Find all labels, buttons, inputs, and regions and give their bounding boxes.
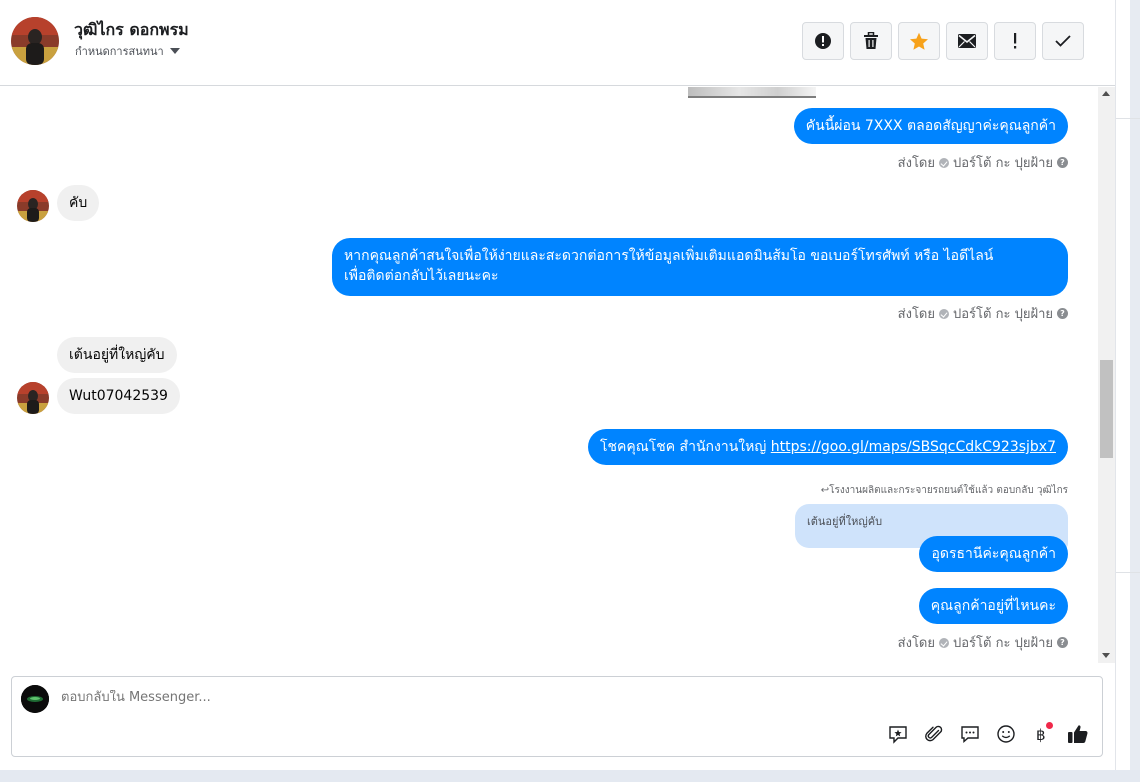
thumbs-up-icon	[1068, 725, 1088, 743]
contact-avatar[interactable]	[11, 17, 59, 65]
attachment-button[interactable]	[922, 722, 946, 746]
notification-dot	[1046, 722, 1053, 729]
divider	[1116, 572, 1140, 573]
contact-name[interactable]: วุฒิไกร ดอกพรม	[74, 18, 189, 43]
exclamation-icon	[1014, 33, 1017, 49]
saved-replies-button[interactable]	[958, 722, 982, 746]
attachment-icon	[925, 725, 943, 742]
checkmark-icon	[1055, 35, 1071, 47]
saved-replies-icon	[961, 726, 979, 744]
svg-text:฿: ฿	[1036, 726, 1046, 744]
message-incoming[interactable]: เต้นอยู่ที่ใหญ่คับ	[57, 337, 177, 373]
check-circle-icon	[939, 308, 949, 319]
conversation-header: วุฒิไกร ดอกพรม กำหนดการสนทนา	[0, 0, 1115, 86]
sent-by-prefix: ส่งโดย	[897, 307, 935, 322]
sticker-button[interactable]	[886, 722, 910, 746]
payment-button[interactable]: ฿	[1030, 722, 1054, 746]
message-outgoing[interactable]: โชคคุณโชค สำนักงานใหญ่ https://goo.gl/ma…	[587, 429, 1068, 465]
scrollbar-thumb[interactable]	[1100, 360, 1113, 458]
trash-icon	[864, 32, 878, 49]
scroll-up-arrow-icon[interactable]	[1102, 91, 1110, 96]
sent-by-name: ปอร์โต้ กะ ปุยฝ้าย	[953, 307, 1053, 322]
sent-by-name: ปอร์โต้ กะ ปุยฝ้าย	[953, 636, 1053, 651]
sent-by-name: ปอร์โต้ กะ ปุยฝ้าย	[953, 156, 1053, 171]
sent-by-label: ส่งโดย ปอร์โต้ กะ ปุยฝ้าย ?	[898, 632, 1068, 653]
envelope-icon	[958, 34, 976, 48]
mark-important-button[interactable]	[994, 22, 1036, 60]
sent-by-prefix: ส่งโดย	[897, 156, 935, 171]
contact-avatar-small[interactable]	[17, 382, 49, 414]
mark-done-button[interactable]	[1042, 22, 1084, 60]
star-icon	[910, 32, 928, 50]
map-link[interactable]: https://goo.gl/maps/SBSqcCdkC923sjbx7	[771, 439, 1056, 455]
check-circle-icon	[939, 157, 949, 168]
message-outgoing[interactable]: คุณลูกค้าอยู่ที่ไหนคะ	[918, 588, 1068, 624]
scroll-down-arrow-icon[interactable]	[1102, 653, 1110, 658]
message-incoming[interactable]: คับ	[57, 185, 100, 221]
reply-composer: ฿	[11, 676, 1103, 757]
shared-image-message[interactable]	[688, 87, 816, 98]
message-list: คันนี้ผ่อน 7XXX ตลอดสัญญาค่ะคุณลูกค้า ส่…	[0, 87, 1098, 663]
delete-button[interactable]	[850, 22, 892, 60]
reply-context-note: ↩โรงงานผลิตและกระจายรถยนต์ใช้แล้ว ตอบกลั…	[820, 485, 1068, 496]
like-button[interactable]	[1066, 722, 1090, 746]
bottom-edge	[0, 770, 1140, 782]
check-circle-icon	[939, 637, 949, 648]
alert-circle-icon	[815, 33, 831, 49]
message-line: หากคุณลูกค้าสนใจเพื่อให้ง่ายและสะดวกต่อก…	[344, 248, 994, 264]
composer-toolbar: ฿	[886, 722, 1090, 746]
message-outgoing[interactable]: คันนี้ผ่อน 7XXX ตลอดสัญญาค่ะคุณลูกค้า	[793, 108, 1068, 144]
message-incoming[interactable]: Wut07042539	[57, 378, 180, 414]
help-icon[interactable]: ?	[1057, 157, 1068, 168]
conversation-window: วุฒิไกร ดอกพรม กำหนดการสนทนา คันนี้ผ่อน …	[0, 0, 1115, 770]
side-panel-edge	[1115, 0, 1140, 782]
message-text: โชคคุณโชค สำนักงานใหญ่	[599, 439, 771, 455]
message-line: เพื่อติดต่อกลับไว้เลยนะคะ	[344, 268, 499, 284]
contact-avatar-small[interactable]	[17, 190, 49, 222]
help-icon[interactable]: ?	[1057, 308, 1068, 319]
message-outgoing[interactable]: อุดรธานีค่ะคุณลูกค้า	[919, 536, 1068, 572]
star-button[interactable]	[898, 22, 940, 60]
sent-by-prefix: ส่งโดย	[897, 636, 935, 651]
help-icon[interactable]: ?	[1057, 637, 1068, 648]
emoji-button[interactable]	[994, 722, 1018, 746]
reply-input[interactable]	[61, 690, 461, 705]
message-outgoing[interactable]: หากคุณลูกค้าสนใจเพื่อให้ง่ายและสะดวกต่อก…	[332, 238, 1068, 296]
caret-down-icon	[169, 48, 180, 54]
emoji-icon	[997, 725, 1015, 743]
sent-by-label: ส่งโดย ปอร์โต้ กะ ปุยฝ้าย ?	[898, 303, 1068, 324]
sent-by-label: ส่งโดย ปอร์โต้ กะ ปุยฝ้าย ?	[898, 152, 1068, 173]
mark-spam-button[interactable]	[802, 22, 844, 60]
conversation-settings-label: กำหนดการสนทนา	[75, 45, 164, 58]
mark-unread-button[interactable]	[946, 22, 988, 60]
page-avatar	[21, 685, 49, 713]
divider	[1116, 118, 1140, 119]
message-list-scrollbar[interactable]	[1098, 87, 1115, 663]
sticker-icon	[889, 726, 907, 744]
conversation-settings-dropdown[interactable]: กำหนดการสนทนา	[75, 42, 180, 60]
